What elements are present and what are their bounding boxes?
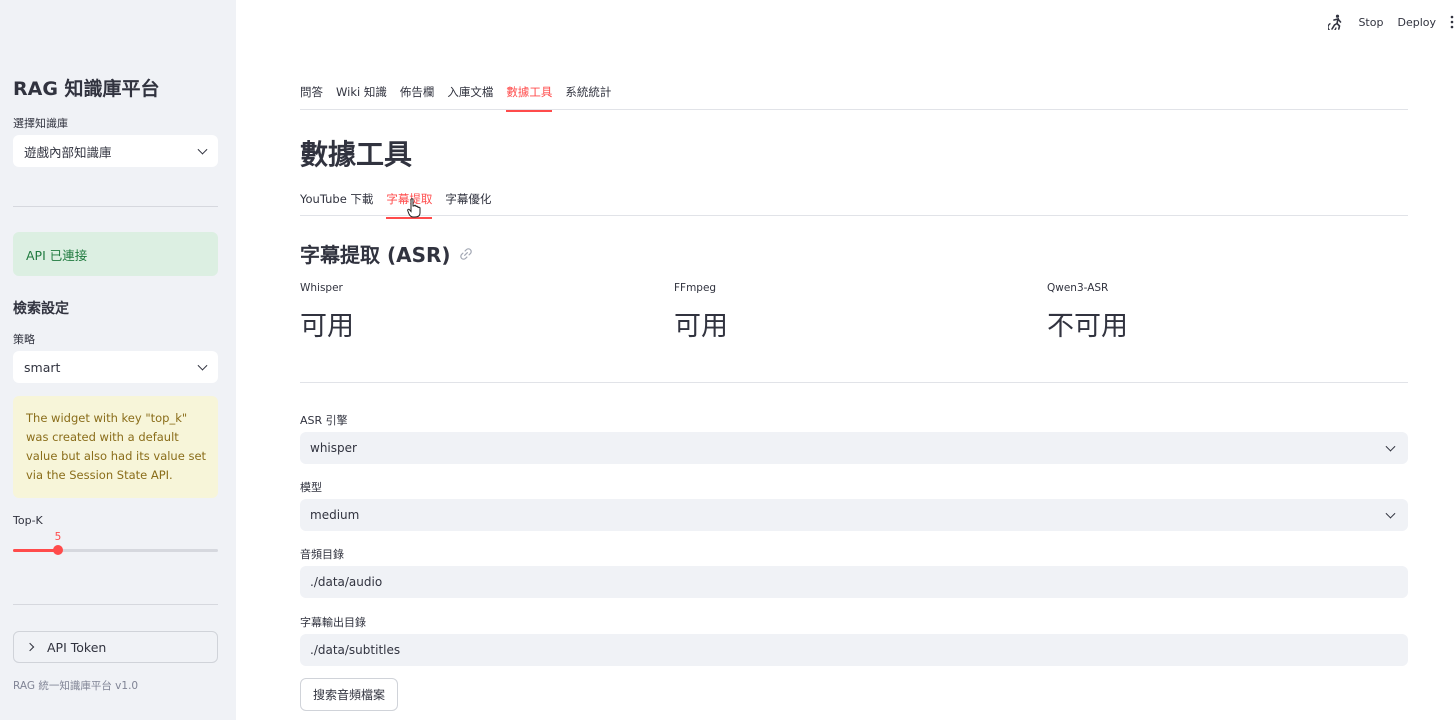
deploy-button[interactable]: Deploy [1397,16,1436,29]
asr-engine-label: ASR 引擎 [300,414,348,427]
audio-dir-input[interactable]: ./data/audio [300,566,1408,598]
subtitle-dir-value: ./data/subtitles [310,643,401,657]
section-title: 字幕提取 (ASR) [300,239,473,268]
model-value: medium [310,508,360,522]
sidebar: RAG 知識庫平台 選擇知識庫 遊戲內部知識庫 API 已連接 檢索設定 策略 … [0,0,236,720]
sidebar-title: RAG 知識庫平台 [13,78,160,100]
topk-slider-thumb[interactable] [53,545,63,555]
search-audio-button[interactable]: 搜索音頻檔案 [300,678,398,711]
subtitle-dir-input[interactable]: ./data/subtitles [300,634,1408,666]
model-select[interactable]: medium [300,499,1408,531]
strategy-select-value: smart [24,359,61,375]
kb-select-label: 選擇知識庫 [13,117,68,130]
topk-slider-value: 5 [54,531,62,543]
section-title-text: 字幕提取 (ASR) [300,243,451,267]
version-text: RAG 統一知識庫平台 v1.0 [13,680,139,692]
api-token-expander[interactable]: API Token [13,631,218,663]
chevron-down-icon [197,360,208,371]
tab-bulletin[interactable]: 佈告欄 [400,84,435,110]
metric-qwen3-asr: Qwen3-ASR 不可用 [1047,282,1128,343]
api-token-label: API Token [47,639,107,655]
audio-dir-label: 音頻目錄 [300,548,344,561]
kb-select[interactable]: 遊戲內部知識庫 [13,135,218,167]
topk-slider[interactable] [13,545,218,555]
subtab-subtitle-optimize[interactable]: 字幕優化 [445,191,491,217]
tab-wiki[interactable]: Wiki 知識 [336,84,387,110]
section-divider [300,382,1408,383]
hand-cursor-icon [407,198,421,218]
metric-value: 可用 [674,311,728,342]
subtab-youtube-download[interactable]: YouTube 下載 [300,191,373,217]
subtabs-divider [300,215,1408,216]
api-status-alert: API 已連接 [13,232,218,276]
tab-qa[interactable]: 問答 [300,84,323,110]
model-label: 模型 [300,481,322,494]
main-tabs: 問答 Wiki 知識 佈告欄 入庫文檔 數據工具 系統統計 [300,84,624,112]
metric-ffmpeg: FFmpeg 可用 [674,282,728,343]
metric-label: FFmpeg [674,282,717,294]
metric-label: Whisper [300,282,343,294]
sub-tabs: YouTube 下載 字幕提取 字幕優化 [300,191,504,219]
running-person-icon [1328,14,1342,30]
kb-select-value: 遊戲內部知識庫 [24,144,112,160]
strategy-select[interactable]: smart [13,351,218,383]
search-settings-heading: 檢索設定 [13,301,69,317]
chevron-down-icon [197,144,208,155]
metric-label: Qwen3-ASR [1047,282,1109,294]
audio-dir-value: ./data/audio [310,575,383,589]
chevron-down-icon [1385,441,1396,452]
strategy-label: 策略 [13,333,35,346]
tabs-divider [300,109,1408,110]
sidebar-divider [13,206,218,207]
asr-engine-select[interactable]: whisper [300,432,1408,464]
vertical-dots-icon[interactable] [1450,15,1454,29]
app-toolbar: Stop Deploy [1328,14,1454,30]
metric-whisper: Whisper 可用 [300,282,354,343]
tab-data-tools[interactable]: 數據工具 [506,84,553,112]
sidebar-divider [13,604,218,605]
tab-system-stats[interactable]: 系統統計 [565,84,611,110]
chevron-right-icon [25,642,35,652]
metric-value: 不可用 [1047,311,1128,342]
stop-button[interactable]: Stop [1358,16,1383,29]
tab-ingest-docs[interactable]: 入庫文檔 [447,84,493,110]
page-title: 數據工具 [300,138,413,171]
metric-value: 可用 [300,311,354,342]
asr-engine-value: whisper [310,441,357,455]
topk-warning-alert: The widget with key "top_k" was created … [13,396,218,498]
topk-slider-fill [13,549,58,552]
topk-label: Top-K [13,514,43,527]
subtitle-dir-label: 字幕輸出目錄 [300,616,366,629]
chevron-down-icon [1385,508,1396,519]
link-icon[interactable] [459,247,473,261]
